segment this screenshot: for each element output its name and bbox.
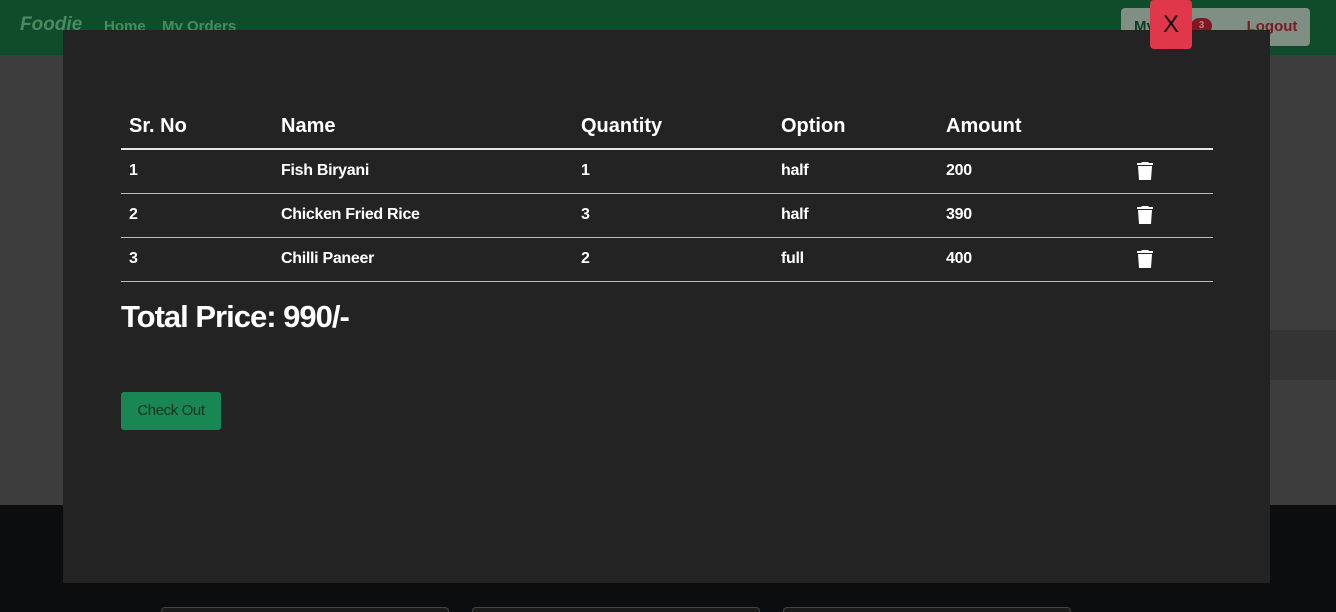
trash-icon[interactable] bbox=[1133, 247, 1157, 271]
trash-icon[interactable] bbox=[1133, 203, 1157, 227]
cart-table: Sr. No Name Quantity Option Amount 1 Fis… bbox=[121, 105, 1213, 282]
food-card bbox=[472, 607, 760, 612]
cell-option: half bbox=[773, 193, 938, 238]
column-header-quantity: Quantity bbox=[573, 105, 773, 150]
cell-quantity: 2 bbox=[573, 237, 773, 282]
cell-option: full bbox=[773, 237, 938, 282]
table-row: 2 Chicken Fried Rice 3 half 390 bbox=[121, 193, 1213, 238]
cell-actions bbox=[1124, 237, 1213, 282]
cell-quantity: 3 bbox=[573, 193, 773, 238]
column-header-amount: Amount bbox=[938, 105, 1124, 150]
cell-name: Chicken Fried Rice bbox=[273, 193, 573, 238]
column-header-option: Option bbox=[773, 105, 938, 150]
trash-icon[interactable] bbox=[1133, 159, 1157, 183]
total-price: Total Price: 990/- bbox=[121, 299, 350, 334]
cell-name: Fish Biryani bbox=[273, 149, 573, 194]
cell-actions bbox=[1124, 193, 1213, 238]
cell-quantity: 1 bbox=[573, 149, 773, 194]
carousel-strip bbox=[1270, 330, 1336, 380]
table-row: 3 Chilli Paneer 2 full 400 bbox=[121, 237, 1213, 282]
cell-name: Chilli Paneer bbox=[273, 237, 573, 282]
cell-amount: 200 bbox=[938, 149, 1124, 194]
column-header-actions bbox=[1124, 105, 1213, 150]
table-row: 1 Fish Biryani 1 half 200 bbox=[121, 149, 1213, 194]
food-card bbox=[783, 607, 1071, 612]
column-header-name: Name bbox=[273, 105, 573, 150]
cell-actions bbox=[1124, 149, 1213, 194]
checkout-button[interactable]: Check Out bbox=[121, 392, 221, 430]
cell-amount: 390 bbox=[938, 193, 1124, 238]
cell-sr-no: 2 bbox=[121, 193, 273, 238]
table-header-row: Sr. No Name Quantity Option Amount bbox=[121, 105, 1213, 150]
food-card bbox=[161, 607, 449, 612]
cell-sr-no: 1 bbox=[121, 149, 273, 194]
cell-option: half bbox=[773, 149, 938, 194]
cell-amount: 400 bbox=[938, 237, 1124, 282]
cell-sr-no: 3 bbox=[121, 237, 273, 282]
close-modal-button[interactable]: X bbox=[1150, 0, 1192, 49]
column-header-sr-no: Sr. No bbox=[121, 105, 273, 150]
